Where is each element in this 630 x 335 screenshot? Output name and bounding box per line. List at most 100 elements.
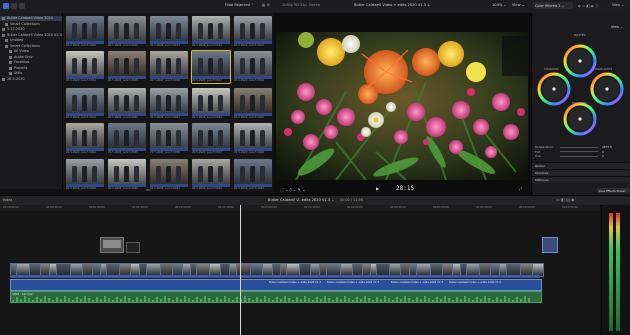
inspector-param-row[interactable]: Hue 0 <box>532 154 630 158</box>
library-item-label: Projects <box>14 65 28 70</box>
clip-thumbnail[interactable]: 20-5-2020_Lunch 0009 <box>66 16 104 48</box>
clip-thumbnail[interactable]: 20-5-2020_Lunch 0023 <box>234 88 272 120</box>
clip-thumbnail-image <box>234 51 272 76</box>
clip-thumbnail[interactable]: 20-5-2020_Lunch 0015 <box>108 51 146 83</box>
master-label: MASTER <box>574 33 586 37</box>
library-item-label: Untitled <box>10 38 24 42</box>
hide-rejected-menu[interactable]: Hide Rejected ⌃ <box>225 3 254 7</box>
inspector-param-row[interactable]: Tint 0 <box>532 150 630 154</box>
folder-icon <box>9 55 12 59</box>
library-item[interactable]: Untitled <box>0 38 62 43</box>
clip-thumbnail[interactable]: 20-5-2020_Lunch 0024 <box>66 123 104 155</box>
param-value[interactable]: 0 <box>602 154 604 158</box>
inspector-view-menu[interactable]: View ⌄ <box>612 3 624 7</box>
param-slider[interactable] <box>560 155 598 157</box>
index-button[interactable]: Index <box>3 198 12 202</box>
viewer-tools-menu[interactable]: ⬚ ⌄ ◊ ⌄ ✎ ⌄ <box>280 187 306 192</box>
library-item[interactable]: Projects <box>0 66 62 71</box>
clip-thumbnail[interactable]: 20-5-2020_Lunch 0032 <box>192 159 230 191</box>
play-button[interactable]: ▶ <box>376 186 379 191</box>
library-item-label: Stills <box>14 71 23 75</box>
inspector-section[interactable]: Midtones <box>532 176 630 183</box>
clip-thumbnail[interactable]: 20-5-2020_Lunch 0033 <box>234 159 272 191</box>
clip-thumbnail[interactable]: 20-5-2020_Lunch 0026 <box>150 123 188 155</box>
titles-toggle-icon[interactable] <box>19 3 25 9</box>
clip-thumbnail-image <box>66 88 104 113</box>
clip-thumbnail[interactable]: 20-5-2020_Lunch 0031 <box>150 159 188 191</box>
audio-clip-label: Butler Caldwell Video + edits 2020 V1.3 <box>269 281 321 284</box>
clip-thumbnail-image <box>66 51 104 76</box>
inspector-view-label[interactable]: View ⌄ <box>611 25 623 29</box>
connected-clip-2[interactable] <box>126 242 140 253</box>
clip-thumbnail[interactable]: 20-5-2020_Lunch 0029 <box>66 159 104 191</box>
library-item[interactable]: Butler Caldwell Video 2020 <box>0 16 62 21</box>
clip-thumbnail[interactable]: 20-5-2020_Lunch 0028 <box>234 123 272 155</box>
param-slider[interactable] <box>560 151 598 152</box>
music-clip[interactable]: APRIL - Sampler <box>10 291 542 303</box>
library-item[interactable]: Favorites <box>0 60 62 65</box>
playhead[interactable] <box>240 205 241 335</box>
param-label: Tint <box>535 149 541 154</box>
clip-thumbnail[interactable]: 20-5-2020_Lunch 0018 <box>234 51 272 83</box>
clip-thumbnail[interactable]: 20-5-2020_Lunch 0012 <box>192 16 230 48</box>
library-item[interactable]: Stills <box>0 71 62 76</box>
clip-caption: 20-5-2020_Lunch 0021 <box>150 116 188 120</box>
clip-thumbnail[interactable]: 20-5-2020_Lunch 0011 <box>150 16 188 48</box>
inspector-section-label: Midtones <box>535 178 549 182</box>
color-wheels[interactable] <box>532 31 630 143</box>
primary-audio-clip[interactable]: Butler Caldwell Video + edits 2020 V1.3 B… <box>10 279 542 291</box>
library-item[interactable]: Butler Caldwell Video 2020 V1.3 <box>0 33 62 38</box>
clip-thumbnail[interactable]: 20-5-2020_Lunch 0010 <box>108 16 146 48</box>
filmstrip-view-icon[interactable]: ▦ ⚙ <box>262 3 270 7</box>
midtones-wheel[interactable] <box>563 102 597 136</box>
save-effects-preset-button[interactable]: Save Effects Preset <box>597 188 630 193</box>
clip-thumbnail[interactable]: 20-5-2020_Lunch 0017 <box>191 50 231 84</box>
connected-clip[interactable] <box>100 237 124 253</box>
clip-thumbnail[interactable]: 20-5-2020_Lunch 0019 <box>66 88 104 120</box>
clip-thumbnail-image <box>150 16 188 41</box>
clip-thumbnail[interactable]: 20-5-2020_Lunch 0022 <box>192 88 230 120</box>
library-item[interactable]: Smart Collections <box>0 22 62 27</box>
inspector-section[interactable]: Global <box>532 162 630 169</box>
viewer-format-label: 1080p HD 25p, Stereo <box>282 3 320 7</box>
clip-thumbnail[interactable]: 20-5-2020_Lunch 0016 <box>150 51 188 83</box>
clip-thumbnail[interactable]: 20-5-2020_Lunch 0020 <box>108 88 146 120</box>
library-item[interactable]: Smart Collections <box>0 44 62 49</box>
inspector-tabs[interactable]: ◐ ▭ ◧ ◉ ⓘ <box>578 3 598 8</box>
timeline-tools-icon[interactable]: ▭ ◧ ▤ ◉ <box>556 197 575 202</box>
param-value[interactable]: 0 <box>602 150 604 154</box>
inspector-section[interactable]: Shadows <box>532 169 630 176</box>
photos-toggle-icon[interactable] <box>11 3 17 9</box>
clip-caption: 20-5-2020_Lunch 0011 <box>150 44 188 48</box>
clip-thumbnail-image <box>150 123 188 148</box>
master-wheel[interactable] <box>563 44 597 78</box>
clip-thumbnail[interactable]: 20-5-2020_Lunch 0027 <box>192 123 230 155</box>
library-item-label: Smart Collections <box>10 43 40 48</box>
clip-thumbnail[interactable]: 20-5-2020_Lunch 0013 <box>234 16 272 48</box>
clip-thumbnail[interactable]: 20-5-2020_Lunch 0014 <box>66 51 104 83</box>
library-item[interactable]: Audio Only <box>0 55 62 60</box>
highlights-wheel[interactable] <box>590 72 624 106</box>
fullscreen-icon[interactable]: ⤢ <box>519 186 522 191</box>
shadows-wheel[interactable] <box>537 72 571 106</box>
library-item[interactable]: 5-12-2020 <box>0 27 62 32</box>
param-slider[interactable] <box>560 146 598 148</box>
clip-thumbnail[interactable]: 20-5-2020_Lunch 0021 <box>150 88 188 120</box>
zoom-menu[interactable]: 104% ⌄ <box>492 3 506 7</box>
project-title[interactable]: Butler Caldwell V...edits 2020 V1.3 ⌄ <box>268 198 334 202</box>
audio-clip-label: Butler Caldwell Video + edits 2020 V1.3 <box>327 281 379 284</box>
clip-thumbnail-image <box>192 88 230 113</box>
clip-thumbnail[interactable]: 20-5-2020_Lunch 0025 <box>108 123 146 155</box>
clip-thumbnail-image <box>192 51 230 76</box>
library-item[interactable]: All Video <box>0 49 62 54</box>
clip-thumbnail[interactable]: 20-5-2020_Lunch 0030 <box>108 159 146 191</box>
inspector-effect-selector[interactable]: Color Wheels 1 ⌄ <box>533 2 573 9</box>
library-toggle-icon[interactable] <box>3 3 9 9</box>
library-item[interactable]: 28-5-2020 <box>0 77 62 82</box>
connected-clip-3[interactable] <box>542 237 558 253</box>
clip-thumbnail-image <box>108 123 146 148</box>
clip-caption: 20-5-2020_Lunch 0031 <box>150 187 188 191</box>
param-value[interactable]: 4875.5 <box>602 145 612 149</box>
inspector-param-row[interactable]: Temperature 4875.5 <box>532 145 630 149</box>
view-menu[interactable]: View ⌄ <box>512 3 525 7</box>
